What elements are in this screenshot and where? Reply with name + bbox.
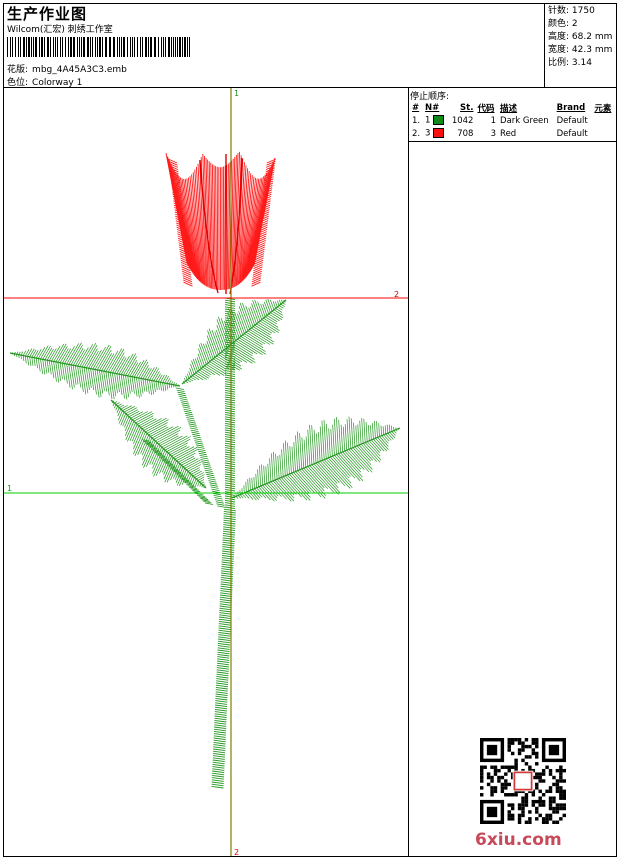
rose-bloom	[165, 151, 276, 295]
design-stats: 针数: 1750 颜色: 2 高度: 68.2 mm 宽度: 42.3 mm 比…	[548, 5, 612, 70]
stat-width: 宽度: 42.3 mm	[548, 45, 613, 55]
col-brand: Brand	[556, 102, 586, 113]
col-element: 元素	[594, 103, 612, 114]
guide-label-green: 1	[7, 484, 12, 493]
colorway-value: Colorway 1	[32, 78, 83, 88]
stat-height: 高度: 68.2 mm	[548, 32, 613, 42]
col-stitches: St.	[460, 102, 474, 113]
qr-code	[480, 738, 566, 824]
watermark-logo: 6xiu.com	[475, 830, 562, 850]
stat-colors: 颜色: 2	[548, 19, 578, 29]
embroidery-preview: 1 2 2 1	[4, 88, 408, 856]
design-name-row: 花版: mbg_4A45A3C3.emb	[7, 62, 127, 75]
page-title: 生产作业图	[7, 5, 88, 23]
color-swatch	[433, 115, 445, 126]
colorway-label: 色位:	[7, 78, 29, 88]
page-subtitle: Wilcom(汇宏) 刺绣工作室	[7, 25, 113, 35]
leaf-left-upper	[9, 342, 181, 400]
design-label: 花版:	[7, 65, 29, 75]
guide-label-top: 1	[234, 89, 239, 98]
design-value: mbg_4A45A3C3.emb	[32, 65, 127, 75]
stat-stitches: 针数: 1750	[548, 6, 595, 16]
stop-sequence-table: # N# St. 代码 描述 Brand 元素 1. 1 1042 1 Dark…	[410, 101, 615, 140]
rose-stem	[211, 297, 236, 789]
sidebar-table-rule	[408, 141, 617, 142]
leaf-right	[231, 416, 401, 502]
table-row: 2. 3 708 3 Red Default	[412, 128, 588, 139]
colorway-row: 色位: Colorway 1	[7, 75, 82, 88]
stat-scale: 比例: 3.14	[548, 58, 592, 68]
col-code: 代码	[477, 103, 495, 114]
guide-label-bottom: 2	[234, 848, 239, 856]
color-swatch	[433, 128, 445, 139]
leaf-center	[181, 298, 287, 385]
col-needle: N#	[425, 102, 440, 113]
guide-label-red: 2	[394, 290, 399, 299]
col-index: #	[412, 102, 420, 113]
table-row: 1. 1 1042 1 Dark Green Default	[412, 115, 588, 126]
sidebar-divider	[408, 87, 409, 857]
table-header-row: # N# St. 代码 描述 Brand 元素	[410, 101, 615, 114]
barcode	[7, 37, 190, 57]
col-description: 描述	[500, 103, 518, 114]
leaf-left-lower	[110, 399, 207, 489]
header-divider	[544, 3, 545, 87]
